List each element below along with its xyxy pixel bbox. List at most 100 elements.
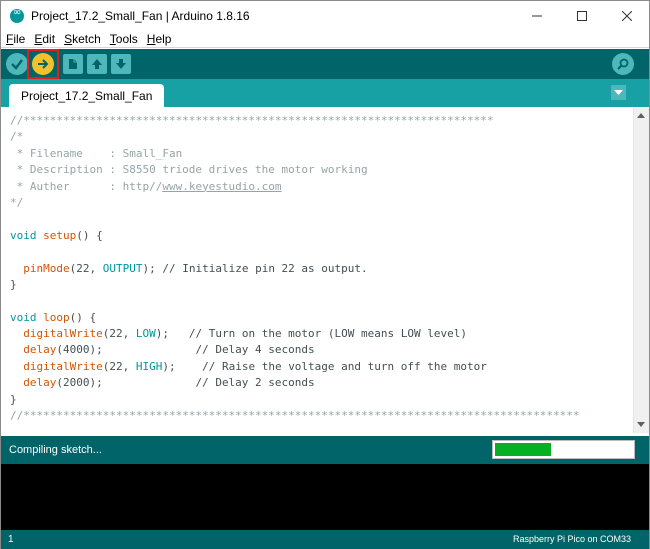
code-line: delay(2000); // Delay 2 seconds: [10, 375, 633, 391]
compile-progress-bar: [492, 440, 635, 459]
line-number: 1: [8, 534, 14, 545]
code-token: () {: [76, 228, 103, 242]
window-controls: [514, 1, 649, 31]
code-token: setup: [43, 228, 77, 242]
code-line: * Filename : Small_Fan: [10, 146, 633, 162]
tab-bar: Project_17.2_Small_Fan: [1, 79, 649, 107]
code-token: */: [10, 195, 24, 209]
arduino-ide-window: Project_17.2_Small_Fan | Arduino 1.8.16 …: [0, 0, 650, 549]
code-line: pinMode(22, OUTPUT); // Initialize pin 2…: [10, 261, 633, 277]
code-line: */: [10, 195, 633, 211]
upload-button[interactable]: [32, 53, 54, 75]
minimize-icon: [531, 15, 542, 17]
code-token: (22,: [102, 359, 136, 373]
toolbar: [1, 49, 649, 79]
menu-sketch[interactable]: Sketch: [59, 32, 105, 46]
code-token: //**************************************…: [10, 114, 494, 127]
checkmark-icon: [11, 59, 23, 70]
verify-button[interactable]: [6, 53, 28, 75]
code-token: pinMode: [23, 261, 70, 275]
close-icon: [621, 11, 632, 21]
open-button[interactable]: [87, 54, 107, 74]
code-line: void loop() {: [10, 310, 633, 326]
code-token: * Description : S8550 triode drives the …: [10, 163, 368, 177]
tab-project-17-2-small-fan[interactable]: Project_17.2_Small_Fan: [9, 84, 165, 107]
menu-edit-label: dit: [42, 32, 56, 46]
code-editor[interactable]: //**************************************…: [1, 107, 633, 433]
code-line: digitalWrite(22, HIGH); // Raise the vol…: [10, 359, 633, 375]
menu-help[interactable]: Help: [142, 32, 176, 46]
code-token: (22,: [102, 327, 136, 341]
scroll-up-icon[interactable]: [637, 113, 645, 118]
arrow-right-icon: [38, 59, 49, 69]
code-token: digitalWrite: [23, 327, 103, 341]
menu-tools[interactable]: Tools: [105, 32, 142, 46]
code-token: //**************************************…: [10, 409, 580, 423]
code-line: //**************************************…: [10, 113, 633, 129]
code-line: void setup() {: [10, 228, 633, 244]
code-line: * Description : S8550 triode drives the …: [10, 162, 633, 178]
bottom-status-bar: 1 Raspberry Pi Pico on COM33: [1, 530, 649, 549]
serial-monitor-button[interactable]: [612, 53, 634, 75]
save-button[interactable]: [111, 54, 131, 74]
code-line: }: [10, 277, 633, 293]
editor-vertical-scrollbar[interactable]: [633, 107, 649, 433]
menu-file[interactable]: File: [1, 32, 29, 46]
window-title: Project_17.2_Small_Fan | Arduino 1.8.16: [31, 9, 250, 23]
menu-sketch-accel: S: [64, 32, 73, 46]
code-token: OUTPUT: [102, 261, 143, 275]
menu-sketch-label: ketch: [72, 32, 101, 46]
menu-edit[interactable]: Edit: [29, 32, 59, 46]
compile-progress-fill: [495, 443, 551, 456]
maximize-icon: [576, 11, 587, 21]
arrow-up-icon: [92, 59, 102, 69]
code-token: (2000); // Delay 2 seconds: [56, 376, 315, 390]
code-line: digitalWrite(22, LOW); // Turn on the mo…: [10, 326, 633, 342]
menu-help-label: elp: [155, 32, 172, 46]
code-token: * Filename : Small_Fan: [10, 146, 183, 160]
maximize-button[interactable]: [559, 1, 604, 31]
code-line: }: [10, 392, 633, 408]
code-token: ); // Raise the voltage and turn off the…: [162, 359, 487, 373]
status-bar: Compiling sketch...: [1, 436, 649, 464]
code-token: digitalWrite: [23, 359, 103, 373]
triangle-down-icon: [614, 89, 623, 95]
code-token: delay: [23, 376, 57, 390]
title-bar: Project_17.2_Small_Fan | Arduino 1.8.16: [1, 1, 649, 31]
new-file-icon: [69, 59, 77, 69]
code-token[interactable]: www.keyestudio.com: [162, 180, 281, 193]
code-token: }: [10, 277, 17, 291]
code-token: HIGH: [135, 359, 163, 373]
scroll-down-icon[interactable]: [637, 422, 645, 427]
board-port-info: Raspberry Pi Pico on COM33: [512, 534, 631, 544]
code-line: * Auther : http//www.keyestudio.com: [10, 179, 633, 195]
code-token: ); // Turn on the motor (LOW means LOW l…: [155, 327, 467, 341]
output-console[interactable]: [1, 464, 649, 530]
code-token: ); // Initialize pin 22 as output.: [142, 261, 368, 275]
tab-menu-button[interactable]: [611, 85, 626, 100]
magnifier-icon: [617, 58, 629, 70]
menu-tools-label: ools: [115, 32, 138, 46]
code-token: () {: [69, 310, 97, 324]
code-token: LOW: [135, 327, 156, 341]
menu-bar: File Edit Sketch Tools Help: [1, 31, 649, 48]
menu-file-label: ile: [13, 32, 26, 46]
close-button[interactable]: [604, 1, 649, 31]
code-token: void: [10, 310, 37, 324]
code-token: /*: [10, 130, 24, 144]
code-line: delay(4000); // Delay 4 seconds: [10, 342, 633, 358]
code-line: //**************************************…: [10, 408, 633, 424]
arduino-logo-icon: [10, 7, 24, 23]
status-message: Compiling sketch...: [9, 444, 102, 456]
code-line: /*: [10, 129, 633, 145]
new-button[interactable]: [63, 54, 83, 74]
code-token: (22,: [69, 261, 103, 275]
minimize-button[interactable]: [514, 1, 559, 31]
